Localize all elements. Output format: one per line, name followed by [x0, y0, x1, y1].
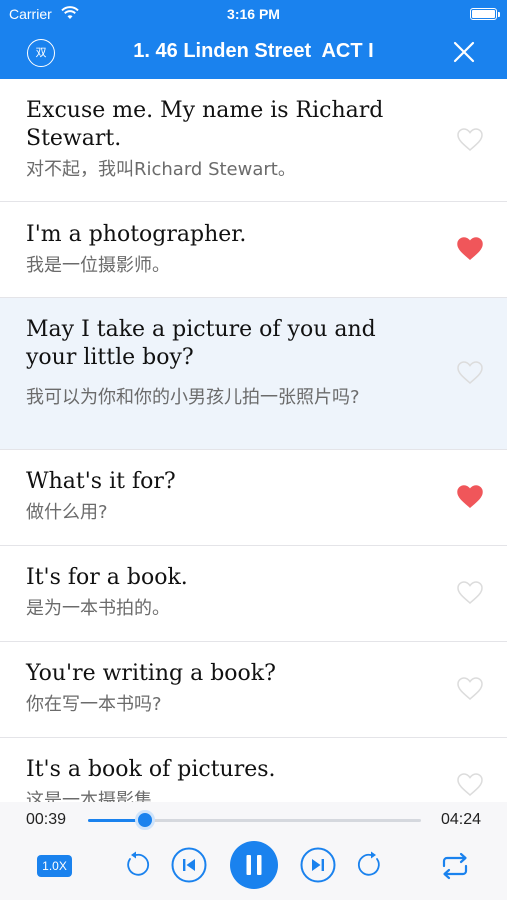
sentence-chinese: 这是一本摄影集 [26, 790, 152, 802]
heart-icon[interactable] [457, 485, 483, 509]
sentence-chinese: 我是一位摄影师。 [26, 255, 170, 276]
previous-icon[interactable] [171, 847, 207, 883]
page-title: 1. 46 Linden Street ACT I [133, 40, 374, 62]
bilingual-toggle-button[interactable]: 双 [27, 39, 55, 67]
sentence-list[interactable]: Excuse me. My name is Richard Stewart. 对… [0, 79, 507, 802]
sentence-english: You're writing a book? [26, 661, 276, 686]
heart-icon[interactable] [457, 773, 483, 797]
next-icon[interactable] [300, 847, 336, 883]
sentence-english: What's it for? [26, 469, 176, 494]
pause-icon[interactable] [229, 840, 279, 890]
sentence-chinese: 是为一本书拍的。 [26, 598, 170, 619]
list-item[interactable]: Excuse me. My name is Richard Stewart. 对… [0, 79, 507, 202]
list-item[interactable]: It's a book of pictures. 这是一本摄影集 [0, 738, 507, 802]
heart-icon[interactable] [457, 361, 483, 385]
playback-speed-button[interactable]: 1.0X [37, 855, 72, 877]
battery-icon [470, 8, 500, 20]
replay-forward-icon[interactable] [356, 850, 386, 880]
list-item[interactable]: It's for a book. 是为一本书拍的。 [0, 546, 507, 642]
sentence-english: I'm a photographer. [26, 222, 247, 247]
heart-icon[interactable] [457, 581, 483, 605]
total-time: 04:24 [440, 811, 481, 828]
list-item[interactable]: I'm a photographer. 我是一位摄影师。 [0, 202, 507, 298]
audio-player: 00:39 04:24 1.0X [0, 802, 507, 900]
current-time: 00:39 [26, 811, 67, 828]
sentence-english: It's a book of pictures. [26, 757, 276, 782]
progress-handle[interactable] [134, 810, 155, 830]
repeat-icon[interactable] [440, 852, 470, 880]
sentence-chinese: 对不起，我叫Richard Stewart。 [26, 159, 296, 180]
sentence-english: May I take a picture of you and your lit… [26, 317, 376, 370]
top-bar: Carrier 3:16 PM 双 1. 46 Linden Street AC… [0, 0, 507, 79]
sentence-chinese: 你在写一本书吗? [26, 694, 162, 715]
sentence-chinese: 我可以为你和你的小男孩儿拍一张照片吗? [26, 387, 360, 408]
close-icon[interactable] [453, 41, 475, 63]
list-item[interactable]: You're writing a book? 你在写一本书吗? [0, 642, 507, 738]
nav-bar: 双 1. 46 Linden Street ACT I [0, 28, 507, 79]
heart-icon[interactable] [457, 677, 483, 701]
list-item[interactable]: What's it for? 做什么用? [0, 450, 507, 546]
heart-icon[interactable] [457, 237, 483, 261]
sentence-chinese: 做什么用? [26, 502, 108, 523]
list-item[interactable]: May I take a picture of you and your lit… [0, 298, 507, 450]
sentence-english: Excuse me. My name is Richard Stewart. [26, 98, 384, 151]
replay-back-icon[interactable] [121, 850, 151, 880]
heart-icon[interactable] [457, 128, 483, 152]
status-bar: Carrier 3:16 PM [0, 0, 507, 28]
status-time: 3:16 PM [227, 6, 280, 22]
sentence-english: It's for a book. [26, 565, 188, 590]
